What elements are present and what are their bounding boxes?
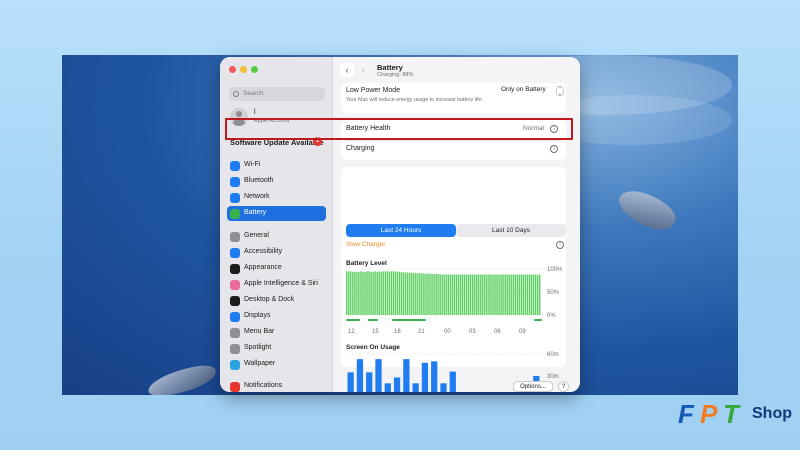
sidebar-item-network[interactable]: Network — [227, 190, 326, 205]
sidebar-item-bluetooth[interactable]: Bluetooth — [227, 174, 326, 189]
power-card: Low Power Mode Your Mac will reduce ener… — [341, 83, 566, 113]
slow-charger-label: Slow Charger — [346, 241, 386, 248]
sidebar-item-label: Menu Bar — [244, 328, 275, 335]
sidebar-item-label: Bluetooth — [244, 177, 274, 184]
usage-bar — [347, 372, 354, 392]
search-input[interactable]: Search — [229, 87, 325, 101]
usage-bar — [384, 383, 391, 392]
gear-icon — [230, 232, 240, 242]
display-icon — [230, 312, 240, 322]
usage-bar — [393, 377, 401, 392]
accessibility-icon — [230, 248, 240, 258]
battery-icon — [230, 209, 240, 219]
sidebar-item-label: Accessibility — [244, 248, 283, 255]
sidebar-item-apple-intelligence-siri[interactable]: Apple Intelligence & Siri — [227, 277, 326, 292]
sidebar-item-label: Battery — [244, 209, 267, 216]
sidebar-item-displays[interactable]: Displays — [227, 309, 326, 324]
search-icon — [233, 91, 239, 97]
usage-bar — [421, 362, 429, 392]
tab-last-24-hours[interactable]: Last 24 Hours — [346, 224, 456, 237]
slow-charger-info-icon[interactable]: i — [556, 241, 564, 249]
spotlight-icon — [230, 344, 240, 354]
screen-usage-title: Screen On Usage — [346, 344, 400, 351]
wifi-icon — [230, 161, 240, 171]
search-placeholder: Search — [243, 90, 264, 97]
menubar-icon — [230, 328, 240, 338]
wallpaper-icon — [230, 360, 240, 370]
sidebar-item-appearance[interactable]: Appearance — [227, 261, 326, 276]
sidebar-item-label: Wallpaper — [244, 360, 276, 367]
charging-info-icon[interactable]: i — [550, 145, 558, 153]
minimize-window-button[interactable] — [240, 66, 247, 73]
account-name: l — [254, 109, 256, 116]
usage-bar — [440, 383, 447, 392]
logo-shop-text: Shop — [752, 405, 792, 422]
bluetooth-icon — [230, 177, 240, 187]
sidebar-item-label: Notifications — [244, 382, 283, 389]
notifications-icon — [230, 382, 240, 392]
sidebar-item-label: Spotlight — [244, 344, 272, 351]
dock-icon — [230, 296, 240, 306]
sidebar-item-wi-fi[interactable]: Wi-Fi — [227, 158, 326, 173]
sidebar-item-label: Apple Intelligence & Siri — [244, 280, 318, 287]
options-button[interactable]: Options... — [513, 381, 553, 392]
low-power-value: Only on Battery — [501, 86, 546, 93]
low-power-select[interactable]: Only on Battery — [501, 86, 546, 93]
tab-last-10-days[interactable]: Last 10 Days — [456, 224, 566, 237]
globe-icon — [230, 193, 240, 203]
logo-letter-f: F — [678, 399, 694, 429]
charging-label: Charging — [346, 145, 375, 152]
sidebar-item-label: Wi-Fi — [244, 161, 261, 168]
sidebar-item-general[interactable]: General — [227, 229, 326, 244]
sidebar-item-label: Appearance — [244, 264, 282, 271]
sidebar-item-label: Network — [244, 193, 270, 200]
siri-icon — [230, 280, 240, 290]
sidebar-item-label: Displays — [244, 312, 271, 319]
stepper-icon: ⌃ ⌄ — [556, 86, 564, 97]
forward-button[interactable]: › — [356, 63, 370, 77]
battery-level-title: Battery Level — [346, 260, 387, 267]
main-pane: ‹ › Battery Charging: 88% Low Power Mode… — [334, 57, 580, 392]
zoom-window-button[interactable] — [251, 66, 258, 73]
sidebar-item-accessibility[interactable]: Accessibility — [227, 245, 326, 260]
sidebar-item-spotlight[interactable]: Spotlight — [227, 341, 326, 356]
sidebar-item-desktop-dock[interactable]: Desktop & Dock — [227, 293, 326, 308]
appearance-icon — [230, 264, 240, 274]
sidebar-item-wallpaper[interactable]: Wallpaper — [227, 357, 326, 372]
system-settings-window: Search l Apple Account Software Update A… — [220, 57, 580, 392]
sidebar-item-menu-bar[interactable]: Menu Bar — [227, 325, 326, 340]
usage-bar — [366, 372, 373, 392]
sidebar-item-battery[interactable]: Battery — [227, 206, 326, 221]
battery-health-highlight — [225, 118, 573, 140]
low-power-label: Low Power Mode — [346, 87, 401, 94]
logo-letter-p: P — [700, 399, 718, 429]
usage-bar — [412, 383, 419, 392]
back-button[interactable]: ‹ — [340, 63, 354, 77]
usage-bar — [449, 371, 456, 392]
sidebar-item-label: Desktop & Dock — [244, 296, 295, 303]
sidebar: Search l Apple Account Software Update A… — [220, 57, 333, 392]
logo-letter-t: T — [723, 399, 739, 429]
sidebar-item-notifications[interactable]: Notifications — [227, 379, 326, 392]
usage-y-tick: 30m — [547, 374, 559, 380]
close-window-button[interactable] — [229, 66, 236, 73]
help-button[interactable]: ? — [558, 381, 569, 392]
sidebar-item-label: General — [244, 232, 269, 239]
usage-card — [341, 167, 566, 367]
low-power-description: Your Mac will reduce energy usage to inc… — [346, 97, 484, 103]
page-subtitle: Charging: 88% — [377, 72, 414, 78]
page-title: Battery — [377, 63, 403, 72]
